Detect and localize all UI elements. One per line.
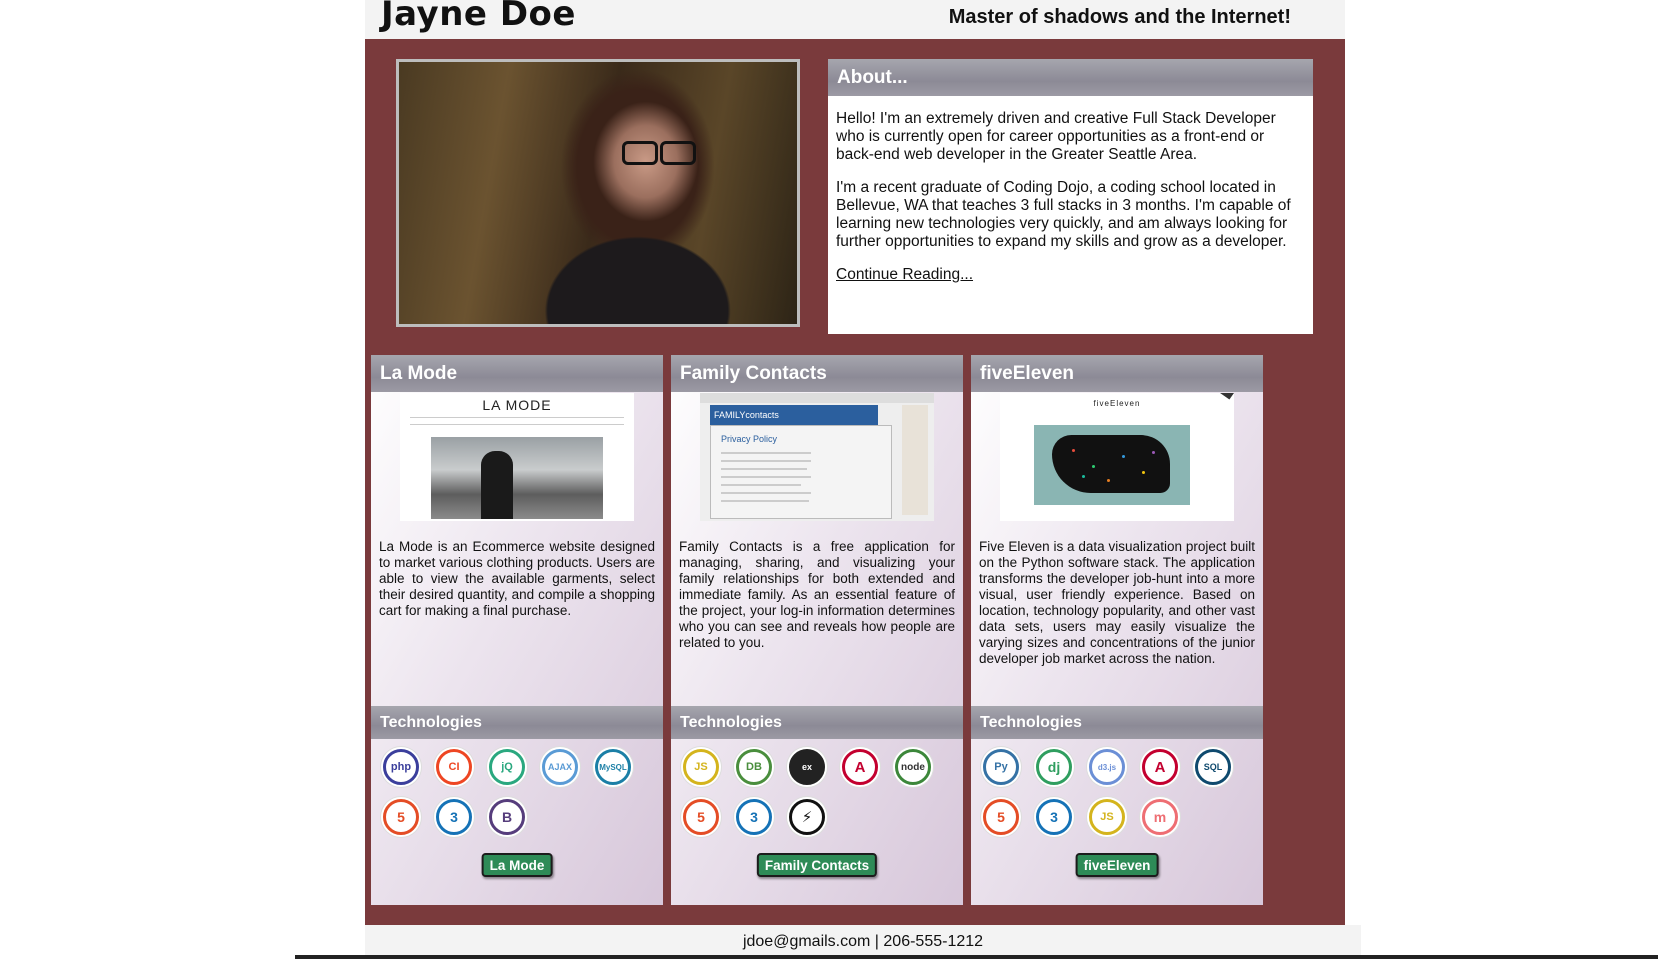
site-tagline: Master of shadows and the Internet! bbox=[948, 6, 1291, 28]
express-icon: ex bbox=[789, 749, 825, 785]
screenshot-title: fiveEleven bbox=[1093, 399, 1141, 408]
ajax-icon: AJAX bbox=[542, 749, 578, 785]
node-icon: node bbox=[895, 749, 931, 785]
about-body: Hello! I'm an extremely driven and creat… bbox=[828, 96, 1313, 284]
javascript-icon: JS bbox=[683, 749, 719, 785]
glasses-shape bbox=[621, 140, 696, 165]
css3-icon: 3 bbox=[1036, 799, 1072, 835]
css3-icon: 3 bbox=[736, 799, 772, 835]
mysql-icon: MySQL bbox=[595, 749, 631, 785]
screenshot-title: LA MODE bbox=[482, 397, 552, 413]
about-title: About... bbox=[828, 59, 1313, 96]
site-footer: jdoe@gmails.com | 206-555-1212 bbox=[365, 925, 1361, 959]
project-description: Family Contacts is a free application fo… bbox=[679, 539, 955, 650]
continue-reading-link[interactable]: Continue Reading... bbox=[836, 266, 973, 283]
screenshot-map bbox=[1034, 425, 1190, 505]
sqlite-icon: SQL bbox=[1195, 749, 1231, 785]
technologies-heading: Technologies bbox=[971, 706, 1263, 739]
project-card-five-eleven: fiveEleven fiveEleven Five Eleven is a d… bbox=[971, 355, 1263, 905]
la-mode-button[interactable]: La Mode bbox=[481, 853, 553, 877]
project-description: La Mode is an Ecommerce website designed… bbox=[379, 539, 655, 618]
php-icon: php bbox=[383, 749, 419, 785]
family-contacts-button[interactable]: Family Contacts bbox=[756, 853, 878, 877]
materialize-icon: m bbox=[1142, 799, 1178, 835]
screenshot-browser-bar bbox=[700, 393, 934, 403]
screenshot-nav bbox=[410, 417, 624, 425]
d3-icon: d3.js bbox=[1089, 749, 1125, 785]
javascript-icon: JS bbox=[1089, 799, 1125, 835]
about-paragraph-2: I'm a recent graduate of Coding Dojo, a … bbox=[836, 179, 1291, 250]
screenshot-subtitle: Privacy Policy bbox=[721, 434, 778, 444]
project-title: Family Contacts bbox=[671, 355, 963, 392]
five-eleven-button[interactable]: fiveEleven bbox=[1075, 853, 1159, 877]
portfolio-page: Jayne Doe Master of shadows and the Inte… bbox=[0, 0, 1658, 959]
screenshot-hero-image bbox=[431, 437, 603, 519]
bootstrap-icon: B bbox=[489, 799, 525, 835]
us-map-shape bbox=[1052, 435, 1170, 493]
css3-icon: 3 bbox=[436, 799, 472, 835]
mongodb-icon: DB bbox=[736, 749, 772, 785]
profile-photo bbox=[399, 62, 797, 324]
project-title: fiveEleven bbox=[971, 355, 1263, 392]
codeigniter-icon: CI bbox=[436, 749, 472, 785]
technologies-heading: Technologies bbox=[671, 706, 963, 739]
screenshot-sidebar bbox=[902, 405, 928, 515]
jquery-icon: jQ bbox=[489, 749, 525, 785]
html5-icon: 5 bbox=[983, 799, 1019, 835]
angular-icon: A bbox=[842, 749, 878, 785]
angular-icon: A bbox=[1142, 749, 1178, 785]
screenshot-title: FAMILYcontacts bbox=[710, 405, 878, 425]
site-name: Jayne Doe bbox=[381, 0, 576, 34]
django-icon: dj bbox=[1036, 749, 1072, 785]
socketio-icon: ⚡ bbox=[789, 799, 825, 835]
profile-photo-frame bbox=[396, 59, 800, 327]
screenshot-body: Privacy Policy bbox=[710, 425, 892, 519]
project-card-family-contacts: Family Contacts FAMILYcontacts Privacy P… bbox=[671, 355, 963, 905]
project-screenshot[interactable]: FAMILYcontacts Privacy Policy bbox=[700, 393, 934, 521]
about-paragraph-1: Hello! I'm an extremely driven and creat… bbox=[836, 110, 1276, 163]
project-description: Five Eleven is a data visualization proj… bbox=[979, 539, 1255, 666]
site-header: Jayne Doe Master of shadows and the Inte… bbox=[365, 0, 1345, 39]
main-frame: About... Hello! I'm an extremely driven … bbox=[365, 39, 1345, 925]
contact-info: jdoe@gmails.com | 206-555-1212 bbox=[742, 933, 984, 950]
html5-icon: 5 bbox=[383, 799, 419, 835]
project-screenshot[interactable]: fiveEleven bbox=[1000, 393, 1234, 521]
technologies-heading: Technologies bbox=[371, 706, 663, 739]
project-title: La Mode bbox=[371, 355, 663, 392]
project-card-la-mode: La Mode LA MODE La Mode is an Ecommerce … bbox=[371, 355, 663, 905]
project-screenshot[interactable]: LA MODE bbox=[400, 393, 634, 521]
python-icon: Py bbox=[983, 749, 1019, 785]
about-panel: About... Hello! I'm an extremely driven … bbox=[828, 59, 1313, 334]
html5-icon: 5 bbox=[683, 799, 719, 835]
bottom-divider bbox=[295, 955, 1658, 959]
